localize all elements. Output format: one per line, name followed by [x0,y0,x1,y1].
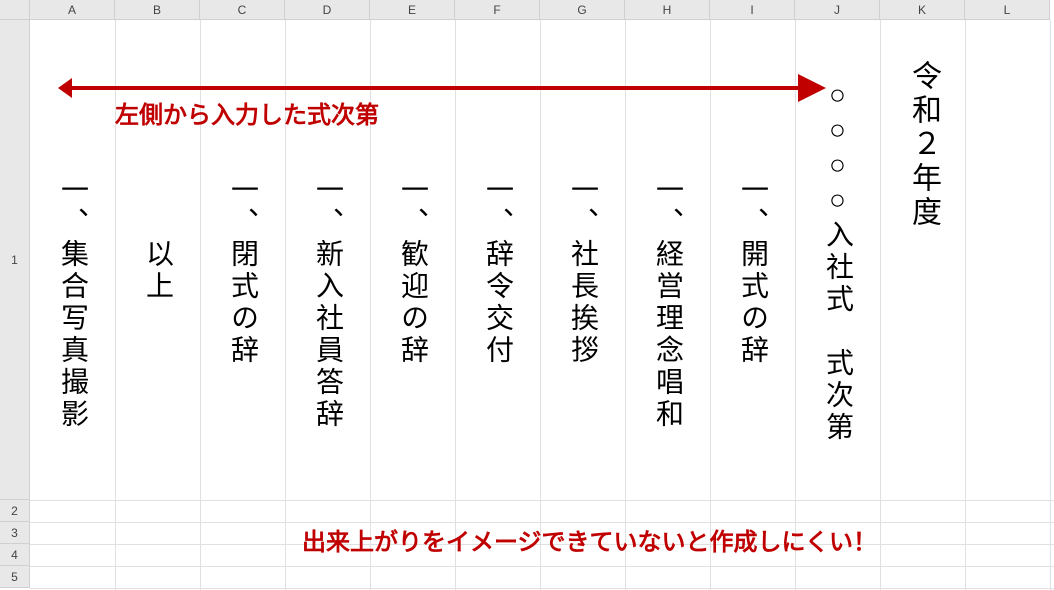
col-head-J[interactable]: J [795,0,880,20]
col-head-H[interactable]: H [625,0,710,20]
col-head-I[interactable]: I [710,0,795,20]
row-head-4[interactable]: 4 [0,544,30,566]
cell-F1-text: 一、辞令交付 [483,175,511,367]
col-head-F[interactable]: F [455,0,540,20]
cell-I1-text: 一、開式の辞 [738,175,766,367]
col-head-C[interactable]: C [200,0,285,20]
cell-H1-text: 一、経営理念唱和 [653,175,681,431]
row-headers: 1 2 3 4 5 [0,20,30,588]
column-headers: A B C D E F G H I J K L [0,0,1050,20]
annotation-bottom: 出来上がりをイメージできていないと作成しにくい！ [302,522,877,557]
col-head-B[interactable]: B [115,0,200,20]
arrow-head-icon [798,74,826,102]
cell-K1-text: 令和２年度 [908,60,938,230]
cell-C1-text: 一、閉式の辞 [228,175,256,367]
cell-B1-text: 以上 [143,175,171,303]
col-head-D[interactable]: D [285,0,370,20]
col-head-K[interactable]: K [880,0,965,20]
spreadsheet-grid: A B C D E F G H I J K L 1 2 3 4 5 [0,0,1054,590]
col-head-E[interactable]: E [370,0,455,20]
cell-J1-text: ○○○○入社式 式次第 [823,80,851,444]
corner-cell[interactable] [0,0,30,20]
col-head-A[interactable]: A [30,0,115,20]
arrow-shaft [70,86,800,90]
annotation-top: 左側から入力した式次第 [115,95,379,130]
row-head-3[interactable]: 3 [0,522,30,544]
row-head-5[interactable]: 5 [0,566,30,588]
cell-D1-text: 一、新入社員答辞 [313,175,341,431]
row-head-1[interactable]: 1 [0,20,30,500]
cell-G1-text: 一、社長挨拶 [568,175,596,367]
row-head-2[interactable]: 2 [0,500,30,522]
cell-A1-text: 一、集合写真撮影 [58,175,86,431]
cell-E1-text: 一、歓迎の辞 [398,175,426,367]
col-head-G[interactable]: G [540,0,625,20]
col-head-L[interactable]: L [965,0,1050,20]
